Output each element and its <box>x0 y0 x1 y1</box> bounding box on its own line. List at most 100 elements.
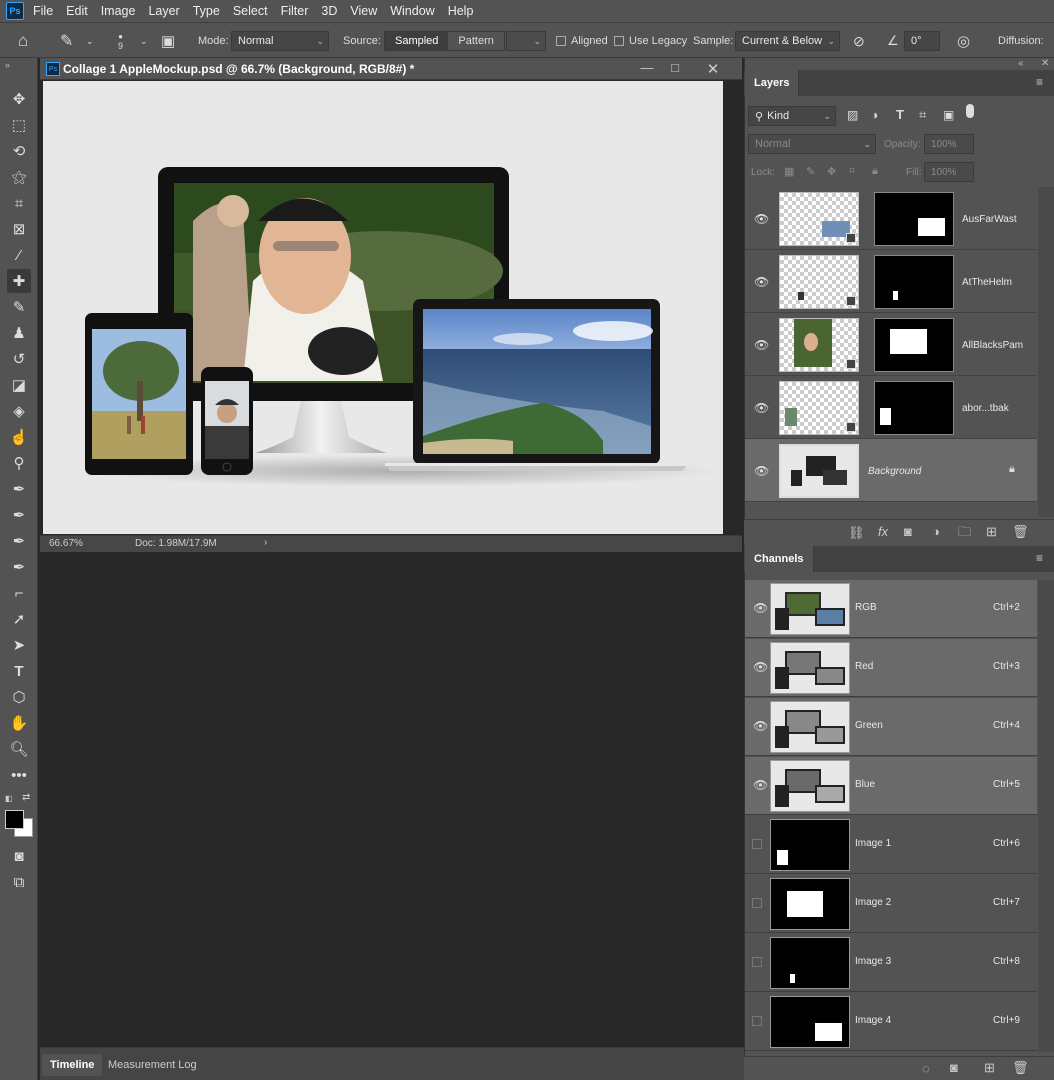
lock-transparent-pixels-icon[interactable]: ▦ <box>784 165 794 178</box>
layer-row[interactable]: 👁︎ AtTheHelm <box>745 250 1037 313</box>
menu-file[interactable]: File <box>33 4 53 18</box>
curvature-pen-tool-icon[interactable]: ✒ <box>7 529 31 553</box>
filter-toggle-icon[interactable] <box>966 104 974 118</box>
default-colors-icon[interactable]: ◧ <box>5 794 13 803</box>
add-mask-icon[interactable]: ◙ <box>904 524 912 539</box>
swap-colors-icon[interactable]: ⇄ <box>22 792 30 803</box>
blend-mode-select[interactable]: Normal ⌄ <box>748 134 876 154</box>
chevron-down-icon[interactable]: ⌄ <box>86 23 94 59</box>
layer-mask-thumbnail[interactable] <box>874 318 954 372</box>
shape-tool-icon[interactable]: ⬡ <box>7 685 31 709</box>
chevron-right-icon[interactable]: › <box>264 537 267 548</box>
magic-wand-tool-icon[interactable]: ⚝ <box>7 165 31 189</box>
paint-bucket-tool-icon[interactable]: ◈ <box>7 399 31 423</box>
healing-brush-tool-preset-icon[interactable]: ✎ <box>60 23 73 59</box>
freeform-pen-tool-icon[interactable]: ✒ <box>7 503 31 527</box>
close-icon[interactable]: ✕ <box>704 60 722 78</box>
menu-filter[interactable]: Filter <box>281 4 309 18</box>
marquee-tool-icon[interactable]: ⬚ <box>7 113 31 137</box>
aligned-checkbox[interactable]: Aligned <box>556 23 608 59</box>
type-tool-icon[interactable]: T <box>7 659 31 683</box>
layer-mask-thumbnail[interactable] <box>874 381 954 435</box>
menu-window[interactable]: Window <box>390 4 434 18</box>
add-anchor-tool-icon[interactable]: ✒ <box>7 555 31 579</box>
new-group-icon[interactable]: 🗀︎ <box>958 523 971 545</box>
frame-tool-icon[interactable]: ⊠ <box>7 217 31 241</box>
document-tab[interactable]: Ps Collage 1 AppleMockup.psd @ 66.7% (Ba… <box>40 58 742 80</box>
layer-row[interactable]: 👁︎ AllBlacksPam <box>745 313 1037 376</box>
layer-row[interactable]: 👁︎ AusFarWast <box>745 187 1037 250</box>
channel-row[interactable]: 👁︎ RGB Ctrl+2 <box>745 580 1037 638</box>
tab-channels[interactable]: Channels <box>745 546 814 572</box>
collapse-dock-icon[interactable]: « <box>1018 58 1024 69</box>
filter-smart-objects-icon[interactable]: ▣ <box>943 108 954 122</box>
menu-select[interactable]: Select <box>233 4 268 18</box>
channel-row[interactable]: Image 3 Ctrl+8 <box>745 934 1037 992</box>
brush-tool-icon[interactable]: ✎ <box>7 295 31 319</box>
trash-icon[interactable]: 🗑︎ <box>1012 524 1029 540</box>
pattern-picker[interactable]: ⌄ <box>506 31 546 51</box>
more-tools-icon[interactable]: ••• <box>7 763 31 787</box>
maximize-icon[interactable]: □ <box>666 60 684 76</box>
foreground-color-swatch[interactable] <box>5 810 24 829</box>
path-selection-tool-icon[interactable]: ➚ <box>7 607 31 631</box>
lock-image-pixels-icon[interactable]: ✎ <box>806 165 815 178</box>
layer-mask-thumbnail[interactable] <box>874 192 954 246</box>
menu-type[interactable]: Type <box>193 4 220 18</box>
zoom-level[interactable]: 66.67% <box>49 538 83 549</box>
quick-mask-icon[interactable]: ◙ <box>7 844 31 868</box>
brush-size-picker[interactable]: ● 9 <box>118 23 123 59</box>
chevron-down-icon[interactable]: ⌄ <box>140 23 148 59</box>
eye-icon[interactable]: 👁︎ <box>754 464 769 478</box>
smudge-tool-icon[interactable]: ☝ <box>7 425 31 449</box>
eye-icon[interactable]: 👁︎ <box>753 719 768 733</box>
link-layers-icon[interactable]: ⛓︎ <box>848 525 865 541</box>
history-brush-tool-icon[interactable]: ↺ <box>7 347 31 371</box>
hand-tool-icon[interactable]: ✋ <box>7 711 31 735</box>
dodge-tool-icon[interactable]: ⚲ <box>7 451 31 475</box>
new-channel-icon[interactable]: ⊞ <box>984 1060 995 1076</box>
direct-selection-tool-icon[interactable]: ➤ <box>7 633 31 657</box>
load-channel-selection-icon[interactable]: ◌ <box>922 1061 930 1076</box>
eyedropper-tool-icon[interactable]: ⁄ <box>7 243 31 267</box>
visibility-toggle[interactable] <box>752 839 762 849</box>
layer-name[interactable]: AllBlacksPam <box>962 340 1023 351</box>
menu-3d[interactable]: 3D <box>321 4 337 18</box>
trash-icon[interactable]: 🗑︎ <box>1012 1060 1029 1076</box>
home-icon[interactable]: ⌂ <box>18 23 28 59</box>
new-layer-icon[interactable]: ⊞ <box>986 524 997 540</box>
clone-stamp-tool-icon[interactable]: ♟ <box>7 321 31 345</box>
layer-name[interactable]: abor...tbak <box>962 403 1009 414</box>
lock-artboard-icon[interactable]: ⌗ <box>849 165 855 178</box>
lock-all-icon[interactable]: 🔒︎ <box>872 165 878 178</box>
eye-icon[interactable]: 👁︎ <box>753 778 768 792</box>
adjustment-layer-icon[interactable]: ◑ <box>932 524 940 539</box>
channel-row[interactable]: Image 1 Ctrl+6 <box>745 816 1037 874</box>
mode-select[interactable]: Normal ⌄ <box>231 31 329 51</box>
layer-name[interactable]: AtTheHelm <box>962 277 1012 288</box>
eye-icon[interactable]: 👁︎ <box>754 338 769 352</box>
source-sampled-button[interactable]: Sampled <box>385 32 449 50</box>
eraser-tool-icon[interactable]: ◪ <box>7 373 31 397</box>
document-canvas[interactable] <box>43 81 723 534</box>
visibility-toggle[interactable] <box>752 1016 762 1026</box>
layer-filter-kind-select[interactable]: ⚲ Kind ⌄ <box>748 106 836 126</box>
channel-row[interactable]: 👁︎ Blue Ctrl+5 <box>745 757 1037 815</box>
filter-type-layers-icon[interactable]: T <box>896 107 904 122</box>
eye-icon[interactable]: 👁︎ <box>754 401 769 415</box>
close-dock-icon[interactable]: ✕ <box>1041 58 1049 69</box>
ignore-adjustment-layers-icon[interactable]: ⊘ <box>853 23 865 59</box>
filter-pixel-layers-icon[interactable]: ▨ <box>847 108 858 122</box>
lasso-tool-icon[interactable]: ⟲ <box>7 139 31 163</box>
save-selection-channel-icon[interactable]: ◙ <box>950 1060 958 1075</box>
layer-row[interactable]: 👁︎ abor...tbak <box>745 376 1037 439</box>
screen-mode-icon[interactable]: ⧉ <box>7 870 31 894</box>
fx-icon[interactable]: fx <box>878 524 888 539</box>
angle-input[interactable]: 0° <box>904 31 940 51</box>
menu-layer[interactable]: Layer <box>148 4 179 18</box>
pen-tool-icon[interactable]: ✒ <box>7 477 31 501</box>
eye-icon[interactable]: 👁︎ <box>753 660 768 674</box>
panel-menu-icon[interactable]: ≡ <box>1036 551 1043 565</box>
collapse-panel-icon[interactable]: » <box>5 60 10 70</box>
crop-tool-icon[interactable]: ⌗ <box>7 191 31 215</box>
